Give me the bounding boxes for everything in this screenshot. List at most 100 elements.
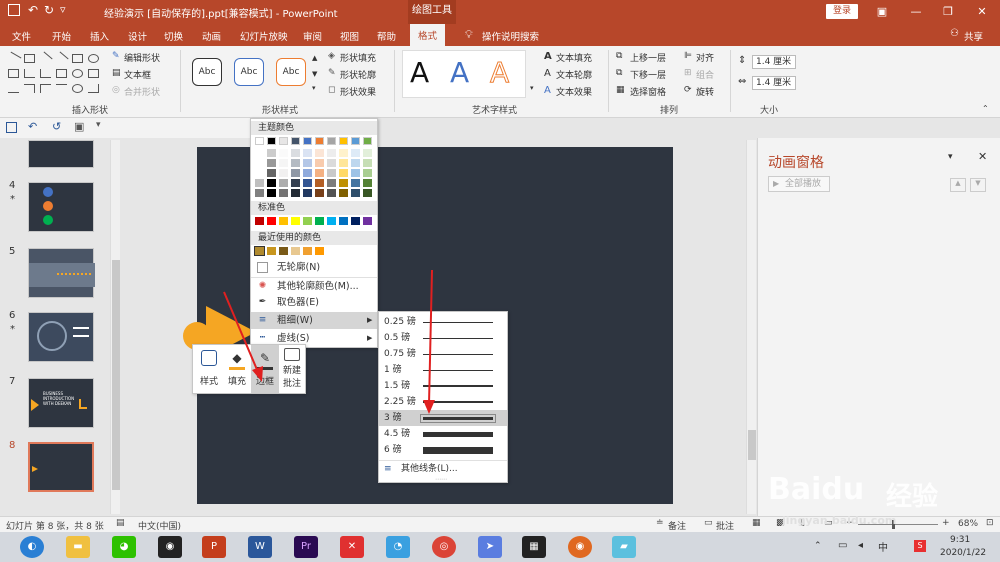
- theme-color-shade[interactable]: [363, 179, 372, 187]
- theme-color-shade[interactable]: [303, 179, 312, 187]
- theme-color-shade[interactable]: [327, 179, 336, 187]
- theme-color-shade[interactable]: [255, 159, 264, 167]
- collapse-ribbon-icon[interactable]: ⌃: [982, 104, 989, 113]
- theme-color-shade[interactable]: [315, 189, 324, 197]
- brace-icon[interactable]: [56, 84, 67, 93]
- slide-thumb-3[interactable]: [28, 140, 94, 168]
- style-scroll-up-icon[interactable]: ▲: [312, 54, 317, 62]
- theme-color-swatch[interactable]: [315, 137, 324, 145]
- standard-color-swatch[interactable]: [327, 217, 336, 225]
- theme-color-shade[interactable]: [291, 149, 300, 157]
- curve-icon[interactable]: [8, 84, 19, 93]
- text-fill-button[interactable]: 文本填充: [556, 51, 592, 64]
- merge-shapes-button[interactable]: 合并形状: [124, 85, 160, 98]
- save-icon[interactable]: [6, 122, 17, 133]
- bring-forward-button[interactable]: 上移一层: [630, 51, 666, 64]
- square-shape-icon[interactable]: [72, 54, 83, 63]
- standard-color-swatch[interactable]: [351, 217, 360, 225]
- ime-icon[interactable]: 中: [878, 539, 888, 554]
- notes-app-icon[interactable]: ▰: [612, 536, 636, 558]
- theme-color-shade[interactable]: [363, 149, 372, 157]
- chat-app-icon[interactable]: ◔: [386, 536, 410, 558]
- slide-thumb-5[interactable]: [28, 248, 95, 298]
- eyedropper-item[interactable]: ✒ 取色器(E): [251, 294, 377, 311]
- shape-gallery[interactable]: [6, 51, 100, 98]
- shape-style-3[interactable]: Abc: [276, 58, 306, 86]
- theme-color-shade[interactable]: [291, 189, 300, 197]
- tab-design[interactable]: 设计: [128, 29, 147, 43]
- weight-option[interactable]: 0.5 磅: [379, 330, 507, 346]
- qq-icon[interactable]: ◉: [158, 536, 182, 558]
- style-more-icon[interactable]: ▾: [312, 84, 316, 92]
- frame-shape-icon[interactable]: [88, 69, 99, 78]
- powerpoint-taskbar-icon[interactable]: P: [202, 536, 226, 558]
- thumbnail-scrollbar[interactable]: [110, 140, 120, 514]
- save-icon[interactable]: [8, 4, 20, 16]
- weight-option[interactable]: 1.5 磅: [379, 378, 507, 394]
- tab-insert[interactable]: 插入: [90, 29, 109, 43]
- recent-color-swatch[interactable]: [279, 247, 288, 255]
- slide-thumb-6[interactable]: [28, 312, 94, 362]
- theme-color-swatch[interactable]: [267, 137, 276, 145]
- recent-color-swatch[interactable]: [315, 247, 324, 255]
- notes-button[interactable]: 备注: [668, 519, 686, 532]
- theme-color-shade[interactable]: [339, 159, 348, 167]
- selection-pane-button[interactable]: 选择窗格: [630, 85, 666, 98]
- send-backward-button[interactable]: 下移一层: [630, 68, 666, 81]
- shape-fill-button[interactable]: 形状填充: [340, 51, 376, 64]
- weight-option[interactable]: 1 磅: [379, 362, 507, 378]
- fit-slide-icon[interactable]: ⊡: [986, 518, 994, 528]
- video-editor-icon[interactable]: ▦: [522, 536, 546, 558]
- theme-color-swatch[interactable]: [351, 137, 360, 145]
- theme-color-shade[interactable]: [279, 179, 288, 187]
- theme-color-shade[interactable]: [351, 149, 360, 157]
- style-button[interactable]: 样式: [195, 345, 223, 393]
- restore-icon[interactable]: ❐: [938, 3, 958, 21]
- undo-icon[interactable]: ↶: [28, 120, 37, 133]
- tab-transitions[interactable]: 切换: [164, 29, 183, 43]
- theme-color-shade[interactable]: [339, 149, 348, 157]
- theme-color-shade[interactable]: [303, 189, 312, 197]
- tell-me-search[interactable]: 操作说明搜索: [482, 29, 539, 43]
- spelling-icon[interactable]: ▤: [116, 518, 125, 528]
- file-explorer-icon[interactable]: ▬: [66, 536, 90, 558]
- theme-color-shade[interactable]: [279, 159, 288, 167]
- standard-color-swatch[interactable]: [279, 217, 288, 225]
- tab-file[interactable]: 文件: [12, 29, 31, 43]
- anim-pane-close-icon[interactable]: ✕: [978, 150, 987, 163]
- theme-color-shade[interactable]: [291, 169, 300, 177]
- textbox-button[interactable]: 文本框: [124, 68, 151, 81]
- theme-color-shade[interactable]: [267, 149, 276, 157]
- theme-color-shade[interactable]: [303, 159, 312, 167]
- theme-color-shade[interactable]: [291, 159, 300, 167]
- minimize-icon[interactable]: —: [906, 3, 926, 21]
- play-all-button[interactable]: ▶ 全部播放: [768, 176, 830, 192]
- tab-review[interactable]: 审阅: [303, 29, 322, 43]
- start-from-beginning-icon[interactable]: ▣: [74, 120, 84, 133]
- premiere-icon[interactable]: Pr: [294, 536, 318, 558]
- word-icon[interactable]: W: [248, 536, 272, 558]
- weight-option[interactable]: 6 磅: [379, 442, 507, 458]
- weight-item[interactable]: ≡ 粗细(W) ▶: [251, 312, 377, 329]
- wordart-style-orange[interactable]: A: [489, 56, 509, 90]
- anim-pane-options-icon[interactable]: ▾: [948, 152, 953, 162]
- theme-color-shade[interactable]: [363, 189, 372, 197]
- wordart-more-icon[interactable]: ▾: [530, 84, 534, 92]
- no-outline-item[interactable]: 无轮廓(N): [251, 259, 377, 276]
- fox-app-icon[interactable]: ◉: [568, 536, 592, 558]
- theme-color-shade[interactable]: [279, 149, 288, 157]
- line-shape-icon[interactable]: [6, 51, 22, 66]
- theme-color-shade[interactable]: [255, 179, 264, 187]
- text-effects-button[interactable]: 文本效果: [556, 85, 592, 98]
- triangle-shape-icon[interactable]: [24, 69, 35, 78]
- xmind-icon[interactable]: ✕: [340, 536, 364, 558]
- standard-color-swatch[interactable]: [255, 217, 264, 225]
- recent-color-swatch[interactable]: [303, 247, 312, 255]
- network-icon[interactable]: ▭: [838, 540, 847, 551]
- theme-color-shade[interactable]: [267, 189, 276, 197]
- theme-color-shade[interactable]: [327, 189, 336, 197]
- move-down-icon[interactable]: ▼: [970, 178, 986, 192]
- ribbon-display-icon[interactable]: ▣: [872, 3, 892, 21]
- height-input[interactable]: 1.4 厘米: [752, 55, 796, 69]
- width-input[interactable]: 1.4 厘米: [752, 76, 796, 90]
